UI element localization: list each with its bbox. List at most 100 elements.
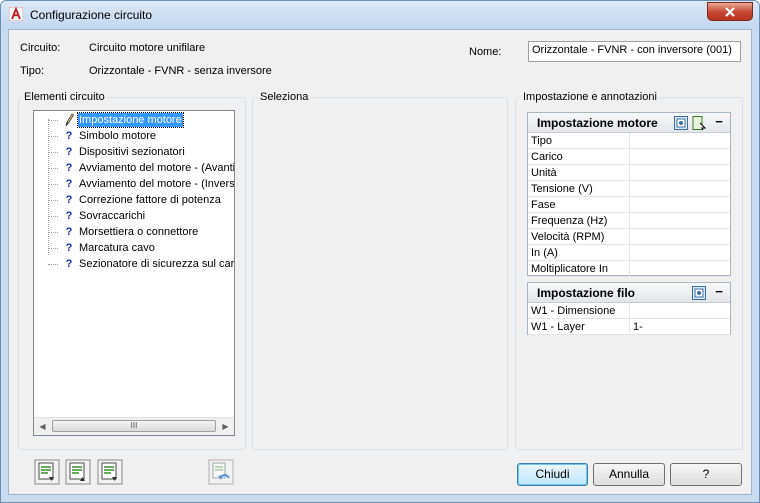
undo-edit-icon[interactable] [208,459,234,485]
dialog-window: Configurazione circuito Circuito: Circui… [0,0,760,503]
selection-group-title: Seleziona [258,91,311,103]
property-row[interactable]: Unità [528,165,730,181]
property-label: W1 - Dimensione [531,305,616,317]
question-icon: ? [65,178,73,190]
motor-settings-panel: Impostazione motore − Tipo Carico Unità Ten… [527,112,731,277]
question-icon: ? [65,210,73,222]
question-icon: ? [65,146,73,158]
property-value[interactable]: 1- [633,320,643,334]
pick-from-drawing-icon[interactable] [692,116,706,130]
close-dialog-button[interactable]: Chiudi [517,463,588,486]
property-row[interactable]: Velocità (RPM) [528,229,730,245]
add-element-icon[interactable] [34,459,60,485]
horizontal-scrollbar[interactable]: ◀ III ▶ [34,417,234,435]
tree-connector [48,184,58,185]
question-icon: ? [65,258,73,270]
nome-label: Nome: [469,46,502,58]
nome-input[interactable]: Orizzontale - FVNR - con inversore (001) [528,41,741,62]
property-row[interactable]: In (A) [528,245,730,261]
tree-item[interactable]: ? Simbolo motore [34,128,234,144]
property-row[interactable]: Fase [528,197,730,213]
settings-group-title: Impostazione e annotazioni [521,91,659,103]
property-label: Tipo [531,135,552,147]
column-separator [629,149,630,165]
autocad-a-icon [9,7,23,21]
tree-item-label: Sovraccarichi [79,210,146,222]
property-row[interactable]: Tensione (V) [528,181,730,197]
tree-connector [48,120,58,121]
close-button[interactable] [707,2,753,21]
title-bar[interactable]: Configurazione circuito [1,1,759,29]
tree-item[interactable]: ? Correzione fattore di potenza [34,192,234,208]
property-row[interactable]: Frequenza (Hz) [528,213,730,229]
tree-item-label: Marcatura cavo [79,242,155,254]
tree-item-label: Impostazione motore [77,112,184,128]
tree-item[interactable]: ? Morsettiera o connettore [34,224,234,240]
column-separator [629,213,630,229]
help-button[interactable]: ? [670,463,742,486]
tree-item-label: Simbolo motore [79,130,157,142]
property-row[interactable]: W1 - Dimensione [528,303,730,319]
property-label: Moltiplicatore In [531,263,609,275]
scroll-left-icon[interactable]: ◀ [34,418,51,435]
column-separator [629,197,630,213]
move-up-icon[interactable] [65,459,91,485]
tipo-value: Orizzontale - FVNR - senza inversore [89,65,272,77]
window-title: Configurazione circuito [30,8,153,22]
tree-item[interactable]: ? Avviamento del motore - (Avanti) [34,160,234,176]
elements-tree[interactable]: Impostazione motore? Simbolo motore? Dispo… [33,110,235,436]
settings-dialog-icon[interactable] [674,116,688,130]
column-separator [629,165,630,181]
tree-item[interactable]: ? Dispositivi sezionatori [34,144,234,160]
tree-connector [48,216,58,217]
tree-item[interactable]: ? Sovraccarichi [34,208,234,224]
collapse-icon[interactable]: − [712,284,726,300]
settings-dialog-icon[interactable] [692,286,706,300]
tree-item[interactable]: ? Avviamento del motore - (Inversione) [34,176,234,192]
tree-item-label: Dispositivi sezionatori [79,146,185,158]
tree-connector [48,248,58,249]
motor-settings-title: Impostazione motore [537,116,658,130]
circuito-value: Circuito motore unifilare [89,42,206,54]
tree-connector [48,264,58,265]
tree-item[interactable]: Impostazione motore [34,112,234,128]
property-label: Unità [531,167,557,179]
motor-settings-header[interactable]: Impostazione motore − [528,113,730,133]
property-row[interactable]: Carico [528,149,730,165]
dialog-body: Circuito: Circuito motore unifilare Tipo… [8,29,752,495]
tree-connector [48,168,58,169]
tree-item[interactable]: ? Sezionatore di sicurezza sul carico [34,256,234,272]
pencil-icon [64,113,75,127]
property-label: Carico [531,151,563,163]
property-label: Tensione (V) [531,183,593,195]
scroll-thumb[interactable]: III [52,420,216,432]
tree-connector [48,152,58,153]
tree-connector [48,200,58,201]
selection-group [252,97,508,450]
column-separator [629,229,630,245]
tree-connector [48,232,58,233]
column-separator [629,319,630,335]
wire-settings-header[interactable]: Impostazione filo − [528,283,730,303]
question-icon: ? [65,226,73,238]
tree-item[interactable]: ? Marcatura cavo [34,240,234,256]
tree-item-label: Sezionatore di sicurezza sul carico [79,258,235,270]
property-row[interactable]: Moltiplicatore In [528,261,730,277]
tree-item-label: Morsettiera o connettore [79,226,199,238]
cancel-button[interactable]: Annulla [593,463,665,486]
circuito-label: Circuito: [20,42,61,54]
move-down-icon[interactable] [97,459,123,485]
property-label: Frequenza (Hz) [531,215,608,227]
property-row[interactable]: Tipo [528,133,730,149]
property-label: W1 - Layer [531,321,585,333]
scroll-right-icon[interactable]: ▶ [217,418,234,435]
collapse-icon[interactable]: − [712,114,726,130]
column-separator [629,133,630,149]
question-icon: ? [65,162,73,174]
property-label: Velocità (RPM) [531,231,605,243]
close-x-icon [725,6,735,17]
tipo-label: Tipo: [20,65,45,77]
property-row[interactable]: W1 - Layer 1- [528,319,730,335]
tree-connector [48,136,58,137]
question-icon: ? [65,130,73,142]
